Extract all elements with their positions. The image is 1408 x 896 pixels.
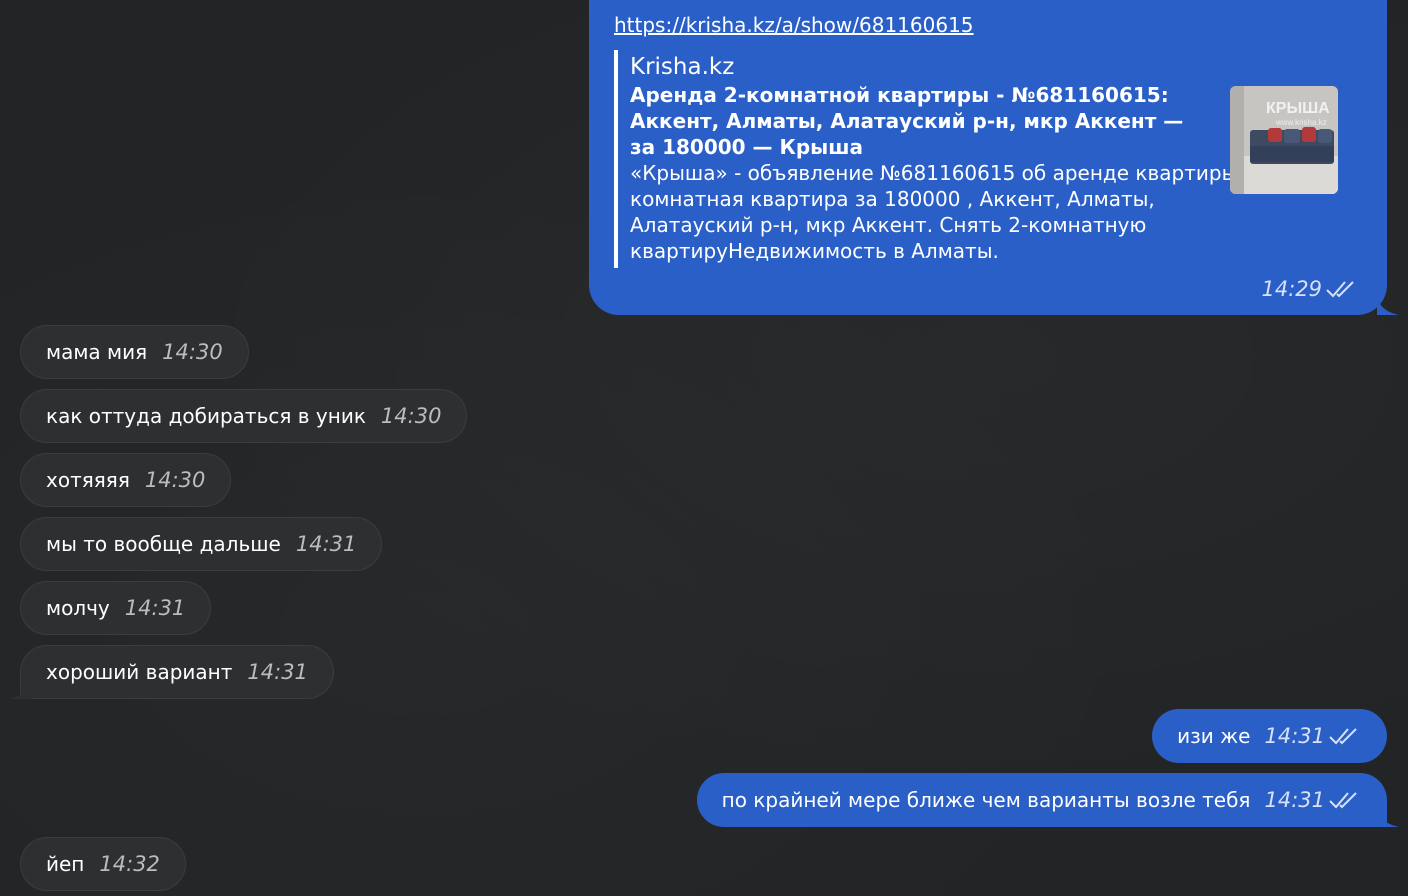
link-message-bubble[interactable]: https://krisha.kz/a/show/681160615 Krish… <box>589 0 1399 315</box>
message-time: 14:31 <box>295 532 357 556</box>
link-preview[interactable]: Krisha.kz Аренда 2-комнатной квартиры - … <box>614 50 1344 268</box>
message-text: хороший вариант <box>46 660 233 684</box>
double-check-icon <box>1329 792 1357 809</box>
preview-description: «Крыша» - объявление №681160615 об аренд… <box>630 161 1271 263</box>
message-bubble-incoming[interactable]: молчу 14:31 <box>20 581 212 635</box>
message-time: 14:31 <box>1264 724 1325 748</box>
message-meta: 14:29 <box>1261 277 1357 301</box>
double-check-icon <box>1326 281 1354 298</box>
message-bubble-incoming[interactable]: мы то вообще дальше 14:31 <box>20 517 383 571</box>
krisha-watermark: www.krisha.kz <box>1276 118 1327 127</box>
message-time: 14:30 <box>162 340 223 364</box>
message-text: хотяяяя <box>46 468 130 492</box>
preview-site-name: Krisha.kz <box>630 54 735 80</box>
message-bubble-incoming[interactable]: йеп 14:32 <box>20 837 186 891</box>
bubble-tail <box>1377 807 1399 827</box>
message-text: йеп <box>46 852 85 876</box>
message-time: 14:30 <box>380 404 442 428</box>
message-time: 14:31 <box>247 660 308 684</box>
preview-title: Аренда 2-комнатной квартиры - №681160615… <box>630 83 1184 159</box>
message-bubble-incoming[interactable]: мама мия 14:30 <box>20 325 249 379</box>
message-text: мама мия <box>46 340 148 364</box>
krisha-logo: КРЫША <box>1266 100 1330 117</box>
message-bubble-incoming[interactable]: хотяяяя 14:30 <box>20 453 232 507</box>
message-bubble-outgoing[interactable]: изи же 14:31 <box>1152 709 1387 763</box>
link-url[interactable]: https://krisha.kz/a/show/681160615 <box>614 12 974 38</box>
message-time: 14:31 <box>124 596 186 620</box>
bubble-tail <box>1377 295 1399 315</box>
message-bubble-incoming[interactable]: хороший вариант 14:31 <box>20 645 334 699</box>
message-text: молчу <box>46 596 110 620</box>
message-time: 14:32 <box>99 852 160 876</box>
message-text: мы то вообще дальше <box>46 532 281 556</box>
message-bubble-outgoing[interactable]: по крайней мере ближе чем варианты возле… <box>696 773 1387 827</box>
message-time: 14:31 <box>1264 788 1325 812</box>
message-text: по крайней мере ближе чем варианты возле… <box>721 788 1251 812</box>
message-text: изи же <box>1177 724 1251 748</box>
message-bubble-incoming[interactable]: как оттуда добираться в уник 14:30 <box>20 389 468 443</box>
message-time: 14:30 <box>144 468 206 492</box>
bubble-tail <box>9 679 31 699</box>
double-check-icon <box>1329 728 1357 745</box>
message-time: 14:29 <box>1261 277 1322 301</box>
message-text: как оттуда добираться в уник <box>46 404 366 428</box>
preview-thumbnail[interactable]: КРЫША www.krisha.kz <box>1230 86 1338 194</box>
